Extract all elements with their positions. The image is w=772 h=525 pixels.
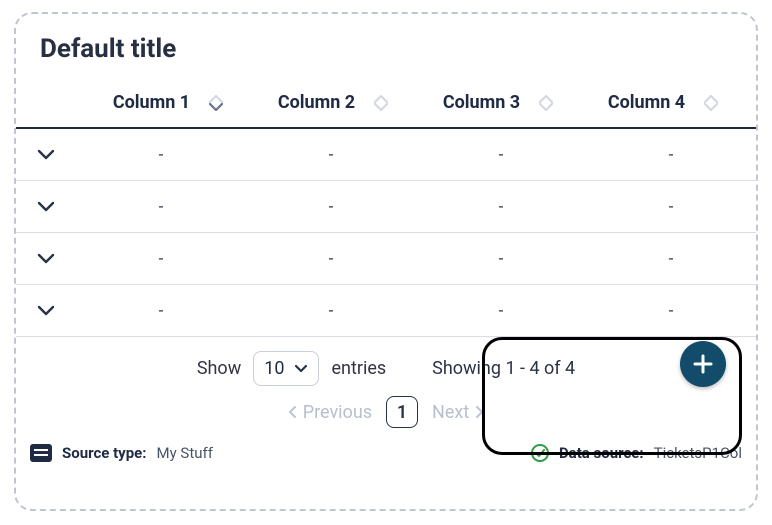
cell: - bbox=[246, 249, 416, 269]
sort-icon[interactable] bbox=[373, 95, 389, 111]
cell: - bbox=[76, 249, 246, 269]
page-title: Default title bbox=[16, 14, 756, 74]
table-header-row: Column 1 Column 2 Column 3 Column 4 bbox=[16, 74, 756, 129]
table-row: - - - - bbox=[16, 233, 756, 285]
page-size-group: Show 10 entries bbox=[197, 351, 386, 386]
sort-icon[interactable] bbox=[208, 95, 224, 111]
column-header-2[interactable]: Column 2 bbox=[251, 92, 416, 113]
data-source-group: Data source: TicketsP1Col bbox=[531, 444, 742, 462]
column-header-2-label: Column 2 bbox=[278, 92, 355, 113]
chevron-right-icon bbox=[475, 405, 485, 419]
cell: - bbox=[76, 145, 246, 165]
next-page-label: Next bbox=[432, 402, 469, 423]
source-type-group: Source type: My Stuff bbox=[30, 444, 213, 462]
add-button[interactable] bbox=[680, 341, 726, 387]
entries-label: entries bbox=[331, 358, 386, 379]
row-expander[interactable] bbox=[16, 253, 76, 265]
cell: - bbox=[416, 249, 586, 269]
pager-summary-row: Show 10 entries Showing 1 - 4 of 4 bbox=[32, 351, 740, 386]
showing-text: Showing 1 - 4 of 4 bbox=[432, 358, 575, 379]
cell: - bbox=[586, 249, 756, 269]
table-row: - - - - bbox=[16, 285, 756, 337]
cell: - bbox=[76, 301, 246, 321]
column-header-3-label: Column 3 bbox=[443, 92, 520, 113]
cell: - bbox=[76, 197, 246, 217]
widget-card: Default title Column 1 Column 2 Column 3 bbox=[14, 12, 758, 511]
cell: - bbox=[586, 145, 756, 165]
row-expander[interactable] bbox=[16, 305, 76, 317]
current-page-number: 1 bbox=[397, 402, 407, 423]
column-header-3[interactable]: Column 3 bbox=[416, 92, 581, 113]
show-label: Show bbox=[197, 358, 241, 379]
row-expander[interactable] bbox=[16, 201, 76, 213]
data-source-label: Data source: bbox=[559, 444, 644, 462]
column-header-1[interactable]: Column 1 bbox=[86, 92, 251, 113]
cell: - bbox=[246, 301, 416, 321]
table-row: - - - - bbox=[16, 181, 756, 233]
table-row: - - - - bbox=[16, 129, 756, 181]
data-source-value: TicketsP1Col bbox=[654, 444, 742, 462]
page-size-value: 10 bbox=[264, 358, 284, 379]
sort-icon[interactable] bbox=[703, 95, 719, 111]
cell: - bbox=[586, 197, 756, 217]
chevron-left-icon bbox=[287, 405, 297, 419]
current-page[interactable]: 1 bbox=[386, 396, 418, 428]
status-bar: Source type: My Stuff Data source: Ticke… bbox=[16, 438, 756, 472]
cell: - bbox=[416, 197, 586, 217]
sort-icon[interactable] bbox=[538, 95, 554, 111]
column-header-1-label: Column 1 bbox=[113, 92, 190, 113]
cell: - bbox=[246, 145, 416, 165]
column-header-4-label: Column 4 bbox=[608, 92, 685, 113]
plus-icon bbox=[691, 352, 715, 376]
table-body: - - - - - - - - - - - - - bbox=[16, 129, 756, 337]
cell: - bbox=[586, 301, 756, 321]
source-type-value: My Stuff bbox=[157, 444, 213, 462]
check-circle-icon bbox=[531, 444, 549, 462]
page-size-select[interactable]: 10 bbox=[253, 351, 319, 386]
chevron-down-icon bbox=[294, 364, 308, 373]
column-header-4[interactable]: Column 4 bbox=[581, 92, 746, 113]
source-type-icon bbox=[30, 444, 52, 462]
prev-page-button[interactable]: Previous bbox=[287, 402, 372, 423]
row-expander[interactable] bbox=[16, 149, 76, 161]
prev-page-label: Previous bbox=[303, 402, 372, 423]
cell: - bbox=[416, 145, 586, 165]
source-type-label: Source type: bbox=[62, 444, 147, 462]
cell: - bbox=[246, 197, 416, 217]
table-footer: Show 10 entries Showing 1 - 4 of 4 Previ… bbox=[16, 337, 756, 438]
cell: - bbox=[416, 301, 586, 321]
next-page-button[interactable]: Next bbox=[432, 402, 485, 423]
pager-nav-row: Previous 1 Next bbox=[32, 396, 740, 428]
